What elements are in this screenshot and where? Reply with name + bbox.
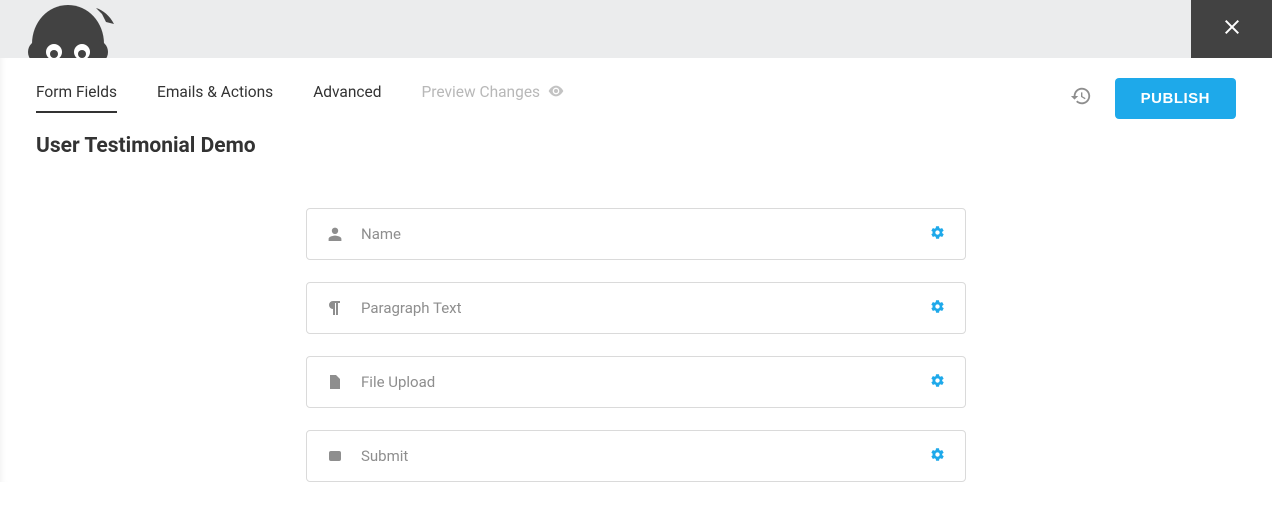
form-title: User Testimonial Demo: [0, 118, 1272, 178]
field-settings-button[interactable]: [930, 447, 945, 466]
topbar: [0, 0, 1272, 58]
tab-advanced[interactable]: Advanced: [313, 83, 381, 113]
history-icon: [1070, 85, 1092, 111]
field-settings-button[interactable]: [930, 373, 945, 392]
field-row-submit[interactable]: Submit: [306, 430, 966, 482]
user-icon: [327, 226, 343, 242]
tab-label: Preview Changes: [422, 83, 541, 101]
field-label: Submit: [361, 447, 930, 465]
gear-icon: [930, 225, 945, 244]
field-settings-button[interactable]: [930, 225, 945, 244]
tab-form-fields[interactable]: Form Fields: [36, 83, 117, 113]
tab-preview-changes[interactable]: Preview Changes: [422, 83, 565, 113]
file-icon: [327, 374, 343, 390]
field-label: Name: [361, 225, 930, 243]
close-icon: [1220, 15, 1244, 43]
close-button[interactable]: [1191, 0, 1272, 58]
publish-button[interactable]: PUBLISH: [1115, 78, 1236, 119]
gear-icon: [930, 373, 945, 392]
app-logo: [18, 0, 118, 58]
gear-icon: [930, 299, 945, 318]
tabs: Form Fields Emails & Actions Advanced Pr…: [36, 83, 564, 113]
tab-bar: Form Fields Emails & Actions Advanced Pr…: [0, 58, 1272, 118]
field-label: Paragraph Text: [361, 299, 930, 317]
field-settings-button[interactable]: [930, 299, 945, 318]
field-row-name[interactable]: Name: [306, 208, 966, 260]
tab-label: Form Fields: [36, 83, 117, 101]
publish-label: PUBLISH: [1141, 90, 1210, 107]
square-icon: [327, 448, 343, 464]
paragraph-icon: [327, 300, 343, 316]
tab-emails-actions[interactable]: Emails & Actions: [157, 83, 273, 113]
fields-area: Name Paragraph Text File Upload: [306, 208, 966, 482]
gear-icon: [930, 447, 945, 466]
eye-icon: [548, 83, 564, 101]
field-row-paragraph[interactable]: Paragraph Text: [306, 282, 966, 334]
field-label: File Upload: [361, 373, 930, 391]
right-controls: PUBLISH: [1069, 78, 1236, 119]
field-row-file-upload[interactable]: File Upload: [306, 356, 966, 408]
tab-label: Advanced: [313, 83, 381, 101]
history-button[interactable]: [1069, 86, 1093, 110]
tab-label: Emails & Actions: [157, 83, 273, 101]
main-area: Form Fields Emails & Actions Advanced Pr…: [0, 58, 1272, 482]
